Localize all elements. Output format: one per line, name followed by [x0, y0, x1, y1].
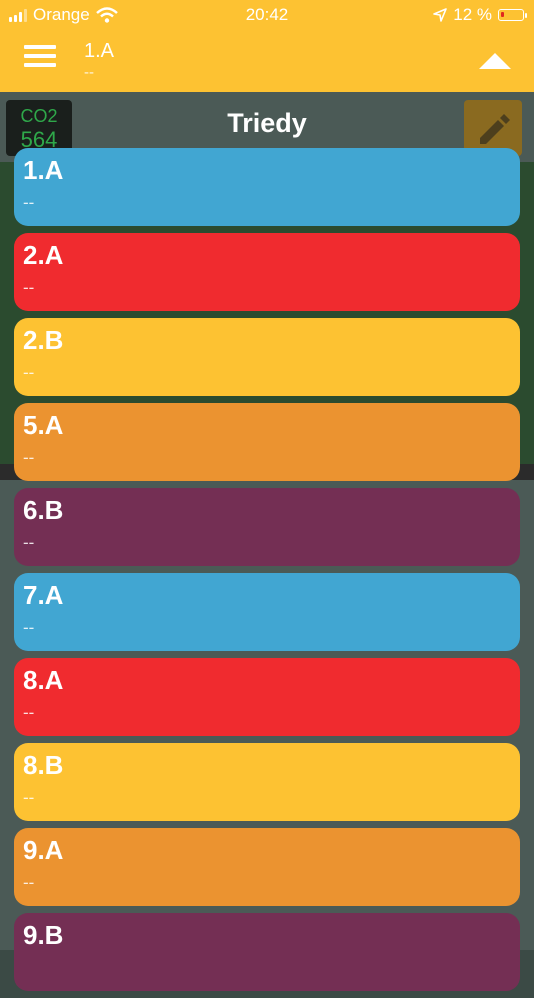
- class-label: 8.A: [23, 665, 64, 695]
- hamburger-icon: [24, 45, 56, 49]
- class-label: 7.A: [23, 580, 64, 610]
- class-label: 9.A: [23, 835, 64, 865]
- class-subtitle: --: [23, 533, 35, 552]
- class-item-9b[interactable]: 9.B: [14, 913, 520, 991]
- class-label: 2.B: [23, 325, 64, 355]
- class-item-1a[interactable]: 1.A --: [14, 148, 520, 226]
- class-item-9a[interactable]: 9.A --: [14, 828, 520, 906]
- class-item-8a[interactable]: 8.A --: [14, 658, 520, 736]
- class-subtitle: --: [23, 193, 35, 212]
- top-bar: Orange 20:42 12 % 1.A --: [0, 0, 534, 92]
- page-title: Triedy: [227, 108, 307, 138]
- class-label: 6.B: [23, 495, 64, 525]
- class-item-2a[interactable]: 2.A --: [14, 233, 520, 311]
- class-subtitle: --: [23, 278, 35, 297]
- menu-button[interactable]: [24, 45, 56, 67]
- class-subtitle: --: [23, 873, 35, 892]
- header-title: 1.A: [84, 40, 115, 62]
- class-label: 9.B: [23, 920, 64, 950]
- class-subtitle: --: [23, 788, 35, 807]
- class-subtitle: --: [23, 363, 35, 382]
- header-subtitle: --: [84, 64, 94, 81]
- class-label: 8.B: [23, 750, 64, 780]
- class-subtitle: --: [23, 618, 35, 637]
- class-item-7a[interactable]: 7.A --: [14, 573, 520, 651]
- class-label: 1.A: [23, 155, 64, 185]
- collapse-up-icon[interactable]: [478, 52, 512, 70]
- location-arrow-icon: [433, 8, 448, 22]
- class-label: 2.A: [23, 240, 64, 270]
- class-subtitle: --: [23, 703, 35, 722]
- class-label: 5.A: [23, 410, 64, 440]
- class-item-5a[interactable]: 5.A --: [14, 403, 520, 481]
- class-subtitle: --: [23, 448, 35, 467]
- class-item-2b[interactable]: 2.B --: [14, 318, 520, 396]
- class-item-6b[interactable]: 6.B --: [14, 488, 520, 566]
- battery-icon: [498, 9, 527, 21]
- class-list: 1.A -- 2.A -- 2.B -- 5.A -- 6.B -- 7.A -…: [14, 148, 520, 998]
- battery-percent: 12 %: [453, 5, 492, 24]
- class-item-8b[interactable]: 8.B --: [14, 743, 520, 821]
- status-bar: Orange 20:42 12 %: [0, 0, 534, 32]
